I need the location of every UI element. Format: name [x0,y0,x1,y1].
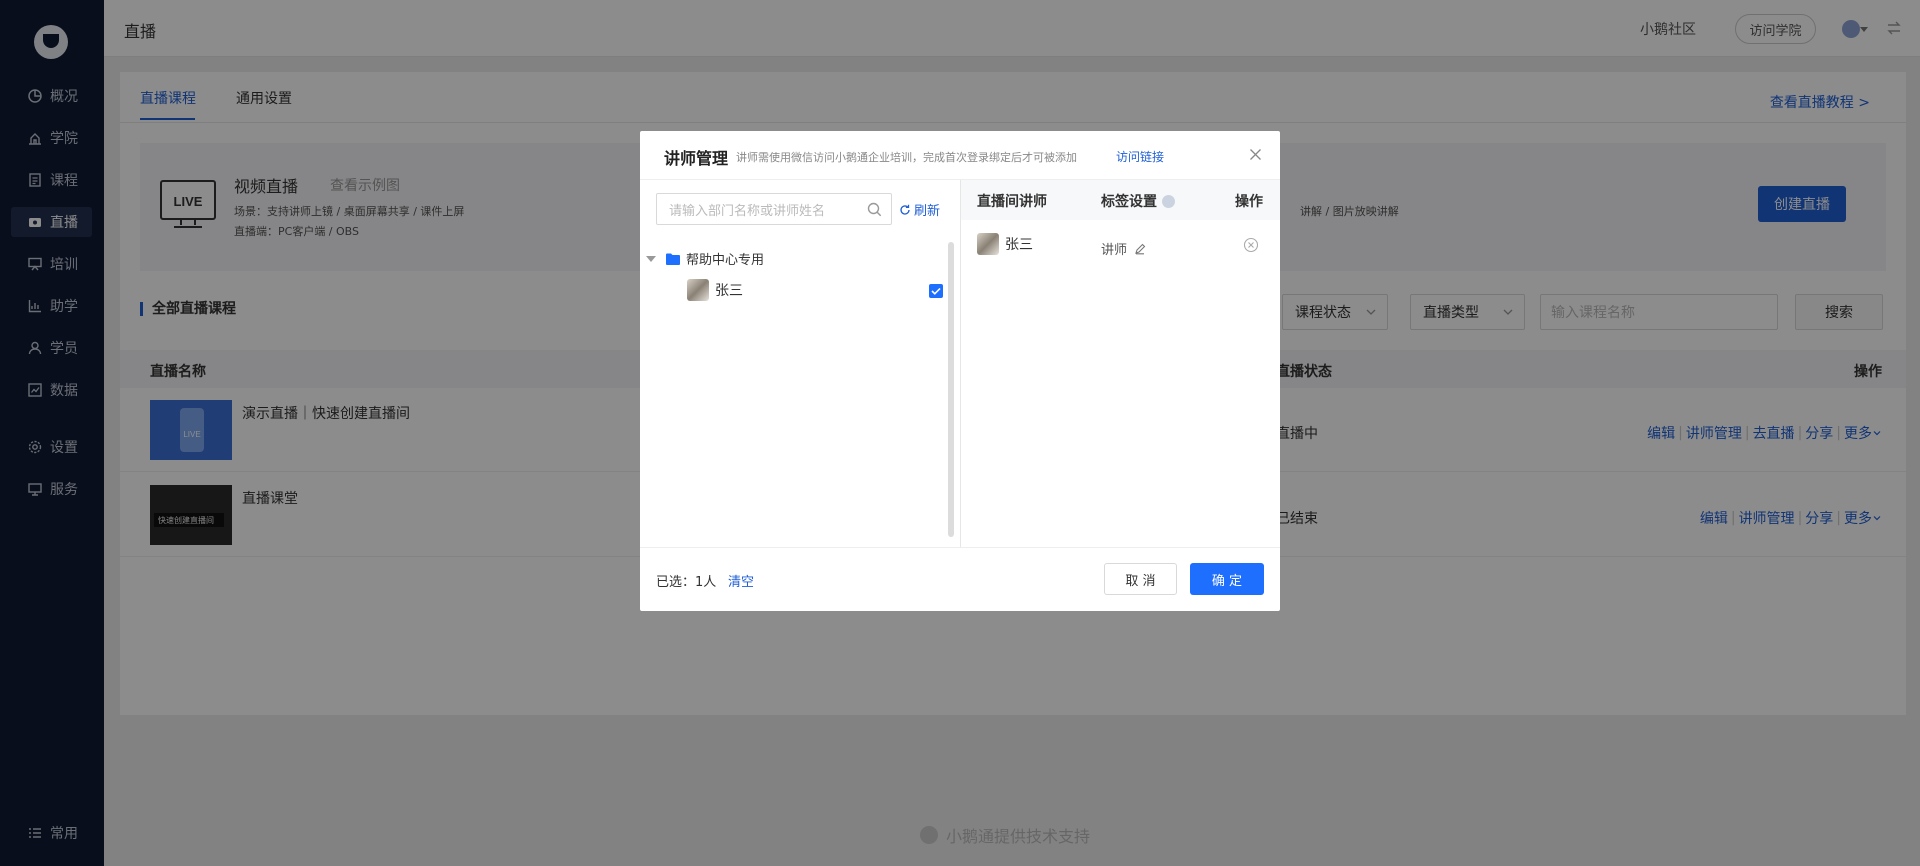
search-placeholder: 请输入部门名称或讲师姓名 [669,203,826,219]
dialog-hint: 讲师需使用微信访问小鹅通企业培训，完成首次登录绑定后才可被添加 [736,151,1077,164]
selected-count: 已选：1人 [656,575,717,590]
department-node[interactable]: 帮助中心专用 [646,249,764,268]
close-icon[interactable] [1249,148,1262,161]
lecturer-management-dialog: 讲师管理 讲师需使用微信访问小鹅通企业培训，完成首次登录绑定后才可被添加 访问链… [640,131,1280,611]
refresh-button[interactable]: 刷新 [899,200,940,219]
avatar [687,279,709,301]
lecturer-search-input[interactable]: 请输入部门名称或讲师姓名 [656,193,892,225]
caret-down-icon[interactable] [646,255,656,262]
column-header-tag: 标签设置 [1101,191,1175,211]
remove-icon[interactable] [1243,237,1259,253]
clear-link[interactable]: 清空 [728,571,754,590]
column-header-action: 操作 [1235,194,1263,210]
avatar [977,233,999,255]
refresh-icon [899,204,911,216]
scrollbar[interactable] [948,242,954,537]
assigned-lecturers-pane: 直播间讲师 标签设置 操作 张三 讲师 [960,180,1280,547]
folder-icon [666,253,680,265]
info-icon[interactable] [1162,195,1175,208]
cancel-button[interactable]: 取 消 [1104,563,1177,595]
organization-pane: 请输入部门名称或讲师姓名 刷新 帮助中心专用 张三 [640,180,960,547]
tag-label: 讲师 [1101,243,1128,258]
search-icon[interactable] [867,202,882,217]
refresh-label: 刷新 [914,204,941,219]
assigned-lecturer: 张三 [977,233,1033,255]
assigned-lecturer-name: 张三 [1005,237,1033,253]
lecturer-tag[interactable]: 讲师 [1101,239,1146,258]
assigned-table-header: 直播间讲师 标签设置 操作 [961,180,1280,220]
visit-link[interactable]: 访问链接 [1116,148,1164,165]
column-header-lecturer: 直播间讲师 [977,194,1047,210]
user-checkbox[interactable] [929,284,943,298]
dialog-footer: 已选：1人 清空 取 消 确 定 [640,547,1280,611]
dialog-title: 讲师管理 [664,149,729,168]
user-name: 张三 [715,283,743,299]
edit-icon[interactable] [1134,243,1146,255]
department-name: 帮助中心专用 [686,253,765,268]
user-node[interactable]: 张三 [687,279,743,301]
tag-header-label: 标签设置 [1101,194,1157,210]
confirm-button[interactable]: 确 定 [1190,563,1264,595]
